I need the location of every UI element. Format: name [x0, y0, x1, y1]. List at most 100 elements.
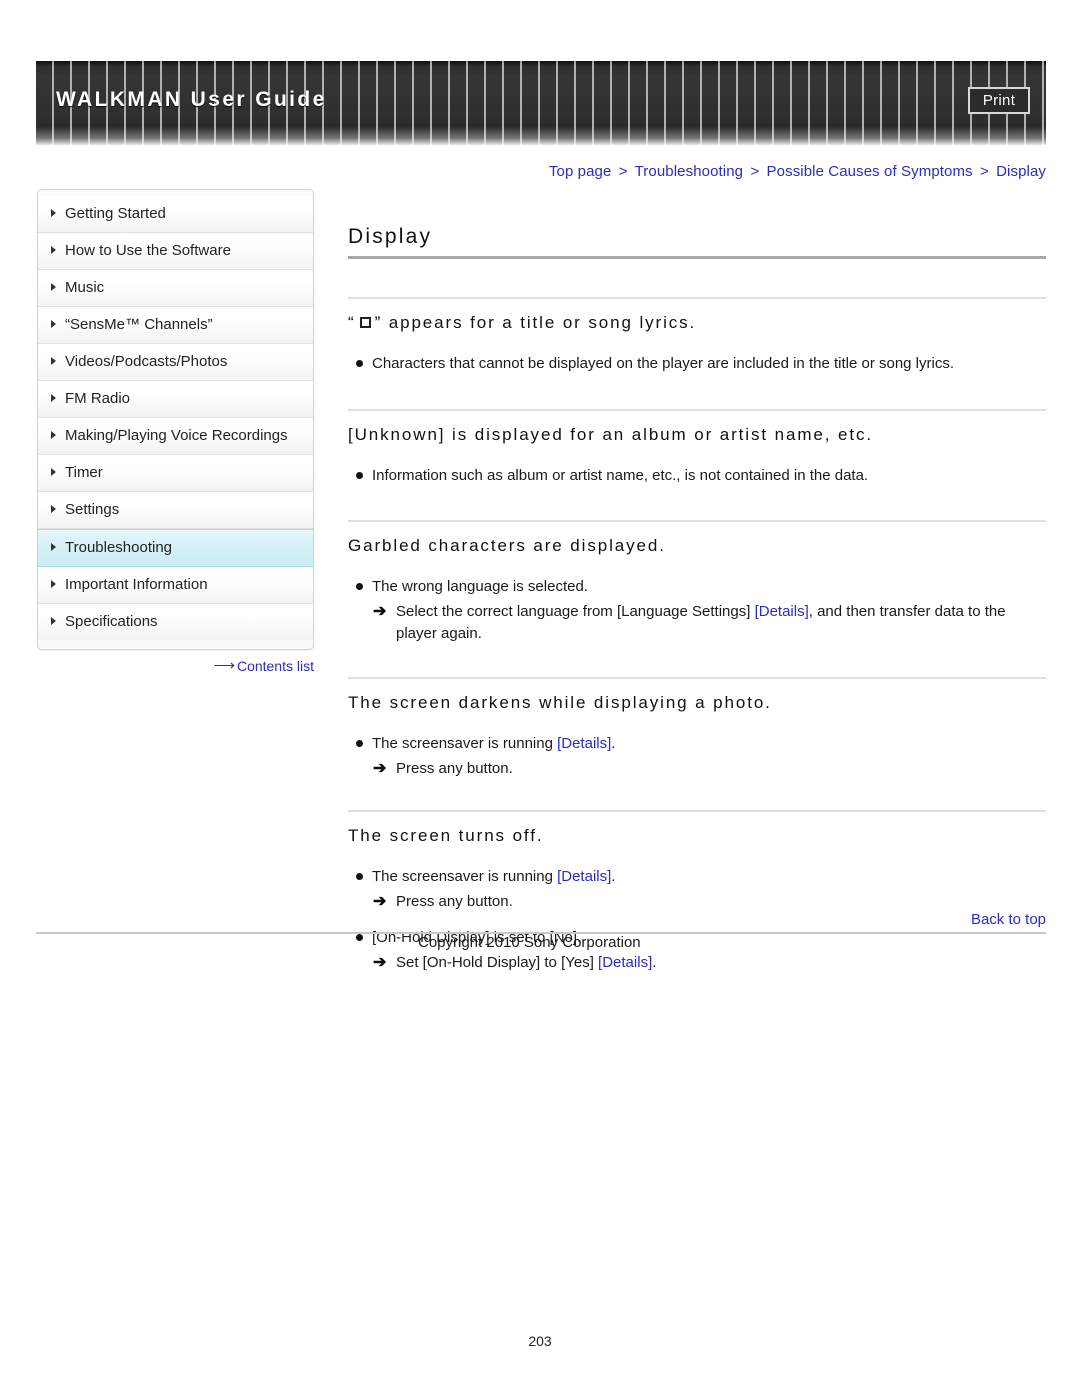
chevron-right-icon — [51, 431, 56, 439]
chevron-right-icon — [51, 617, 56, 625]
sub-text-post: . — [652, 954, 657, 971]
bullet-text-pre: The screensaver is running — [372, 868, 558, 885]
sidebar-item-troubleshooting[interactable]: Troubleshooting — [38, 529, 313, 567]
sidebar-item-label: Timer — [65, 464, 103, 481]
section-divider — [348, 677, 1046, 679]
breadcrumb-item-troubleshooting[interactable]: Troubleshooting — [635, 163, 744, 180]
bullet-text-post: . — [611, 868, 616, 885]
details-link[interactable]: [Details] — [755, 603, 809, 620]
bullet-item: The wrong language is selected. — [348, 576, 1046, 598]
section-screen-darkens: The screen darkens while displaying a ph… — [348, 677, 1046, 780]
sub-item: ➔ Set [On-Hold Display] to [Yes] [Details… — [348, 952, 1046, 974]
breadcrumb-item-display[interactable]: Display — [996, 163, 1046, 180]
section-heading: “ ” appears for a title or song lyrics. — [348, 311, 1046, 335]
copyright-text: Copyright 2010 Sony Corporation — [418, 934, 641, 951]
sidebar-item-label: FM Radio — [65, 390, 131, 407]
sidebar-item-label: Important Information — [65, 576, 208, 593]
details-link[interactable]: [Details] — [557, 735, 611, 752]
chevron-right-icon — [51, 543, 56, 551]
sidebar-item-label: Troubleshooting — [65, 539, 173, 556]
sub-text-pre: Press any button. — [396, 893, 513, 910]
section-heading-suffix: ” appears for a title or song lyrics. — [374, 313, 697, 332]
sidebar-item-timer[interactable]: Timer — [38, 455, 313, 492]
sidebar-item-label: How to Use the Software — [65, 242, 231, 259]
chevron-right-icon — [51, 468, 56, 476]
arrow-right-icon: ➔ — [373, 893, 387, 910]
bullet-item: Information such as album or artist name… — [348, 465, 1046, 487]
arrow-right-icon: ➔ — [373, 954, 387, 971]
sidebar-item-label: Music — [65, 279, 105, 296]
chevron-right-icon — [51, 209, 56, 217]
sidebar-navigation: Getting Started How to Use the Software … — [37, 189, 314, 650]
details-link[interactable]: [Details] — [557, 868, 611, 885]
breadcrumb: Top page > Troubleshooting > Possible Ca… — [0, 163, 1046, 180]
chevron-right-icon — [51, 580, 56, 588]
contents-list-label: Contents list — [236, 658, 314, 674]
sidebar-item-label: Making/Playing Voice Recordings — [65, 427, 288, 444]
arrow-right-icon: ➔ — [373, 760, 387, 777]
sub-item: ➔ Press any button. — [348, 758, 1046, 780]
bullet-item: The screensaver is running [Details]. — [348, 733, 1046, 755]
chevron-right-icon — [51, 505, 56, 513]
sub-text-pre: Set [On-Hold Display] to [Yes] — [396, 954, 599, 971]
section-heading-prefix: “ — [348, 313, 356, 332]
arrow-right-icon: ⟶ — [213, 657, 234, 674]
page-title: Display — [348, 225, 433, 248]
chevron-right-icon — [51, 283, 56, 291]
section-divider — [348, 297, 1046, 299]
section-heading: Garbled characters are displayed. — [348, 536, 666, 555]
sub-item: ➔ Select the correct language from [Langu… — [348, 601, 1046, 645]
bullet-icon — [356, 360, 363, 367]
sub-text-pre: Select the correct language from [Langua… — [396, 603, 755, 620]
section-unknown-name: [Unknown] is displayed for an album or a… — [348, 409, 1046, 487]
bullet-item: Characters that cannot be displayed on t… — [348, 353, 1046, 375]
app-header-banner: WALKMAN User Guide Print — [36, 61, 1046, 145]
page-title-rule — [348, 256, 1046, 259]
box-character-icon — [359, 317, 371, 328]
arrow-right-icon: ➔ — [373, 603, 387, 620]
breadcrumb-item-top-page[interactable]: Top page — [549, 163, 612, 180]
sidebar-item-label: “SensMe™ Channels” — [65, 316, 213, 333]
sub-text-pre: Press any button. — [396, 760, 513, 777]
chevron-right-icon — [51, 246, 56, 254]
bullet-icon — [356, 934, 363, 941]
section-heading: The screen darkens while displaying a ph… — [348, 693, 772, 712]
app-title: WALKMAN User Guide — [56, 88, 327, 111]
chevron-right-icon — [51, 394, 56, 402]
bullet-icon — [356, 873, 363, 880]
sidebar-item-videos-podcasts-photos[interactable]: Videos/Podcasts/Photos — [38, 344, 313, 381]
section-heading: [Unknown] is displayed for an album or a… — [348, 425, 873, 444]
sidebar-item-sensme-channels[interactable]: “SensMe™ Channels” — [38, 307, 313, 344]
bullet-text: The wrong language is selected. — [372, 578, 588, 595]
bullet-icon — [356, 472, 363, 479]
breadcrumb-separator: > — [618, 163, 628, 180]
bullet-icon — [356, 740, 363, 747]
print-button[interactable]: Print — [968, 87, 1030, 114]
sidebar-item-music[interactable]: Music — [38, 270, 313, 307]
sidebar-item-label: Settings — [65, 501, 120, 518]
bullet-item: The screensaver is running [Details]. — [348, 866, 1046, 888]
main-content: Display “ ” appears for a title or song l… — [348, 225, 1046, 977]
breadcrumb-separator: > — [750, 163, 760, 180]
contents-list-link[interactable]: ⟶ Contents list — [37, 656, 314, 674]
sidebar-item-specifications[interactable]: Specifications — [38, 604, 313, 640]
sub-item: ➔ Press any button. — [348, 891, 1046, 913]
sidebar-item-settings[interactable]: Settings — [38, 492, 313, 529]
sidebar-item-how-to-use-the-software[interactable]: How to Use the Software — [38, 233, 313, 270]
back-to-top-link[interactable]: Back to top — [0, 911, 1046, 928]
page-number: 203 — [528, 1333, 552, 1349]
breadcrumb-item-possible-causes[interactable]: Possible Causes of Symptoms — [767, 163, 973, 180]
bullet-text-pre: The screensaver is running — [372, 735, 558, 752]
sidebar-item-fm-radio[interactable]: FM Radio — [38, 381, 313, 418]
section-divider — [348, 409, 1046, 411]
sidebar-item-getting-started[interactable]: Getting Started — [38, 196, 313, 233]
sidebar-item-making-playing-voice-recordings[interactable]: Making/Playing Voice Recordings — [38, 418, 313, 455]
details-link[interactable]: [Details] — [598, 954, 652, 971]
bullet-text: Characters that cannot be displayed on t… — [372, 355, 954, 372]
section-heading: The screen turns off. — [348, 826, 544, 845]
sidebar-item-important-information[interactable]: Important Information — [38, 567, 313, 604]
chevron-right-icon — [51, 357, 56, 365]
bullet-icon — [356, 583, 363, 590]
chevron-right-icon — [51, 320, 56, 328]
breadcrumb-separator: > — [979, 163, 989, 180]
